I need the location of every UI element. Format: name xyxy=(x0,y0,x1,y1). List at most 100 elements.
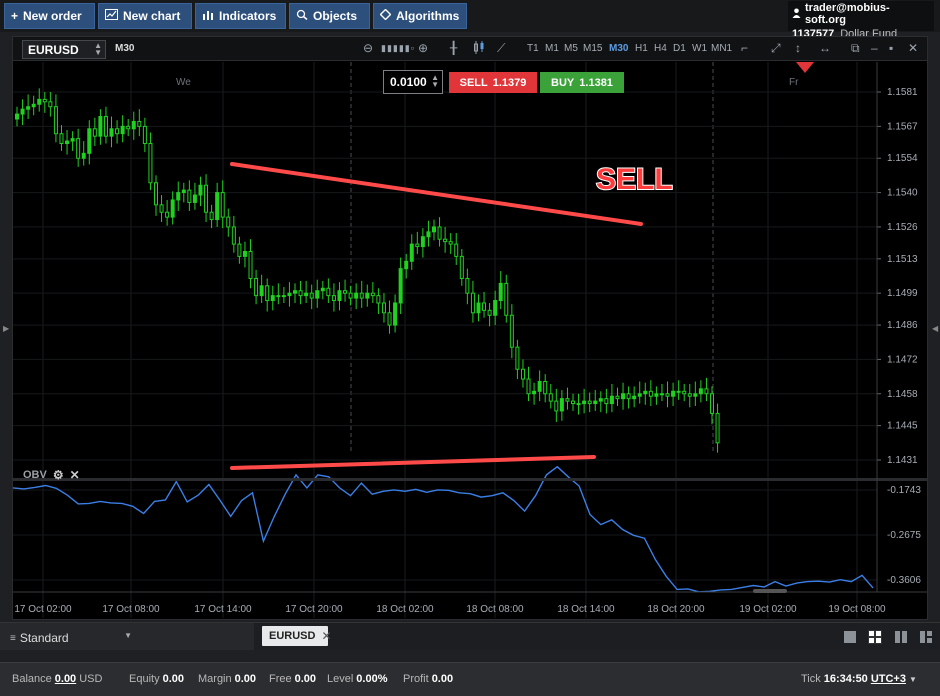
rows-layout-icon[interactable] xyxy=(919,630,933,644)
single-layout-icon[interactable] xyxy=(843,630,857,644)
right-panel-arrow-icon[interactable]: ◀ xyxy=(932,324,938,333)
candle-body xyxy=(671,390,676,397)
columns-layout-icon[interactable] xyxy=(894,630,908,644)
tf-w1[interactable]: W1 xyxy=(692,43,707,54)
candle-body xyxy=(537,380,542,392)
bar-chart-icon[interactable]: ╂ xyxy=(450,41,457,55)
candle xyxy=(304,280,309,303)
candle-body xyxy=(103,116,108,137)
indicators-label: Indicators xyxy=(219,9,277,23)
price-tick-label: 1.1581 xyxy=(887,87,918,98)
candle-body xyxy=(59,133,64,145)
candle-body xyxy=(509,314,514,348)
tf-h1[interactable]: H1 xyxy=(635,43,648,54)
horizontal-scrollbar[interactable] xyxy=(753,589,787,593)
new-chart-label: New chart xyxy=(123,9,181,23)
candle-body xyxy=(192,194,197,203)
candle-body xyxy=(420,236,425,248)
tf-h4[interactable]: H4 xyxy=(654,43,667,54)
tf-m15[interactable]: M15 xyxy=(583,43,602,54)
new-chart-button[interactable]: New chart xyxy=(98,3,192,29)
candle xyxy=(420,228,425,258)
zoom-out-icon[interactable]: ⊖ xyxy=(363,41,373,55)
close-icon[interactable]: ✕ xyxy=(908,41,918,55)
algorithms-button[interactable]: Algorithms xyxy=(373,3,467,29)
tf-d1[interactable]: D1 xyxy=(673,43,686,54)
candle xyxy=(715,403,720,453)
candle-body xyxy=(165,211,170,218)
candle-body xyxy=(393,302,398,326)
candle xyxy=(59,125,64,151)
close-tab-icon[interactable]: ✕ xyxy=(321,629,331,643)
candle-chart-icon[interactable] xyxy=(473,41,485,57)
candle-body xyxy=(682,390,687,395)
chevron-down-icon: ▼ xyxy=(124,631,132,640)
minimize-icon[interactable]: – xyxy=(871,41,878,55)
time-tick-label: 17 Oct 20:00 xyxy=(285,604,343,615)
tf-m1[interactable]: M1 xyxy=(545,43,559,54)
candle-body xyxy=(587,400,592,405)
candle-body xyxy=(609,395,614,405)
candle-body xyxy=(42,98,47,103)
time-tick-label: 17 Oct 02:00 xyxy=(14,604,72,615)
close-icon[interactable]: ✕ xyxy=(70,468,80,482)
price-tick-label: 1.1445 xyxy=(887,421,918,432)
price-tick-label: 1.1499 xyxy=(887,288,918,299)
candle xyxy=(276,283,281,305)
candle-body xyxy=(198,184,203,196)
fit-icon[interactable]: ⤢ xyxy=(771,41,781,56)
tf-t1[interactable]: T1 xyxy=(527,43,539,54)
timezone-select[interactable]: UTC+3 xyxy=(871,673,906,685)
lot-size-input[interactable]: 0.0100 ▲ ▼ xyxy=(383,70,443,94)
candle xyxy=(704,377,709,402)
candle-body xyxy=(376,295,381,304)
tab-eurusd[interactable]: EURUSD ✕ xyxy=(262,626,332,646)
candle xyxy=(242,241,247,268)
sell-button[interactable]: SELL 1.1379 xyxy=(449,72,537,93)
candle xyxy=(15,106,19,127)
candle-body xyxy=(126,125,131,130)
crosshair-icon[interactable]: ⌐ xyxy=(741,41,748,55)
candle xyxy=(459,249,464,286)
candle xyxy=(643,382,648,405)
tf-m30[interactable]: M30 xyxy=(609,43,628,54)
left-panel-arrow-icon[interactable]: ▶ xyxy=(3,324,9,333)
time-tick-label: 18 Oct 02:00 xyxy=(376,604,434,615)
gear-icon[interactable]: ⚙ xyxy=(53,468,64,482)
tf-m5[interactable]: M5 xyxy=(564,43,578,54)
line-chart-icon[interactable]: ⟋ xyxy=(497,41,505,56)
candle xyxy=(159,195,164,223)
chevron-down-icon[interactable]: ▼ xyxy=(909,675,917,684)
workspace-select[interactable]: ≡ Standard ▼ xyxy=(10,629,134,647)
balance-value[interactable]: 0.00 xyxy=(55,673,76,685)
indicators-button[interactable]: Indicators xyxy=(195,3,286,29)
buy-button[interactable]: BUY 1.1381 xyxy=(540,72,624,93)
candle-body xyxy=(482,302,487,311)
detach-icon[interactable]: ⧉ xyxy=(851,41,860,56)
maximize-icon[interactable]: ▪ xyxy=(889,41,893,55)
symbol-select[interactable]: EURUSD ▲ ▼ xyxy=(22,40,106,59)
time-tick-label: 18 Oct 14:00 xyxy=(557,604,615,615)
current-timeframe: M30 xyxy=(115,43,135,54)
zoom-in-icon[interactable]: ⊕ xyxy=(418,41,428,55)
candle-body xyxy=(532,390,537,395)
candle xyxy=(115,120,120,144)
candle-body xyxy=(259,285,264,297)
price-chart[interactable]: 17 Oct 02:00 17 Oct 08:00 17 Oct 14:00 17 O… xyxy=(13,62,927,618)
candle xyxy=(226,208,231,237)
candle xyxy=(320,280,325,300)
horizontal-scale-icon[interactable]: ↔ xyxy=(819,41,831,55)
candle xyxy=(154,175,158,216)
candle xyxy=(415,231,420,254)
candle xyxy=(109,116,114,148)
candle-body xyxy=(387,312,392,326)
new-order-button[interactable]: + New order xyxy=(4,3,95,29)
objects-button[interactable]: Objects xyxy=(289,3,370,29)
currency-label: USD xyxy=(79,673,103,685)
vertical-scale-icon[interactable]: ↕ xyxy=(795,41,801,55)
account-info[interactable]: trader@mobius-soft.org 1137577 Dollar Fu… xyxy=(788,1,934,40)
grid-layout-icon[interactable] xyxy=(868,630,882,644)
obv-trendline xyxy=(230,455,596,470)
zoom-slider[interactable]: ▮▮▮▮▮▫ xyxy=(381,43,415,54)
tf-mn1[interactable]: MN1 xyxy=(711,43,732,54)
